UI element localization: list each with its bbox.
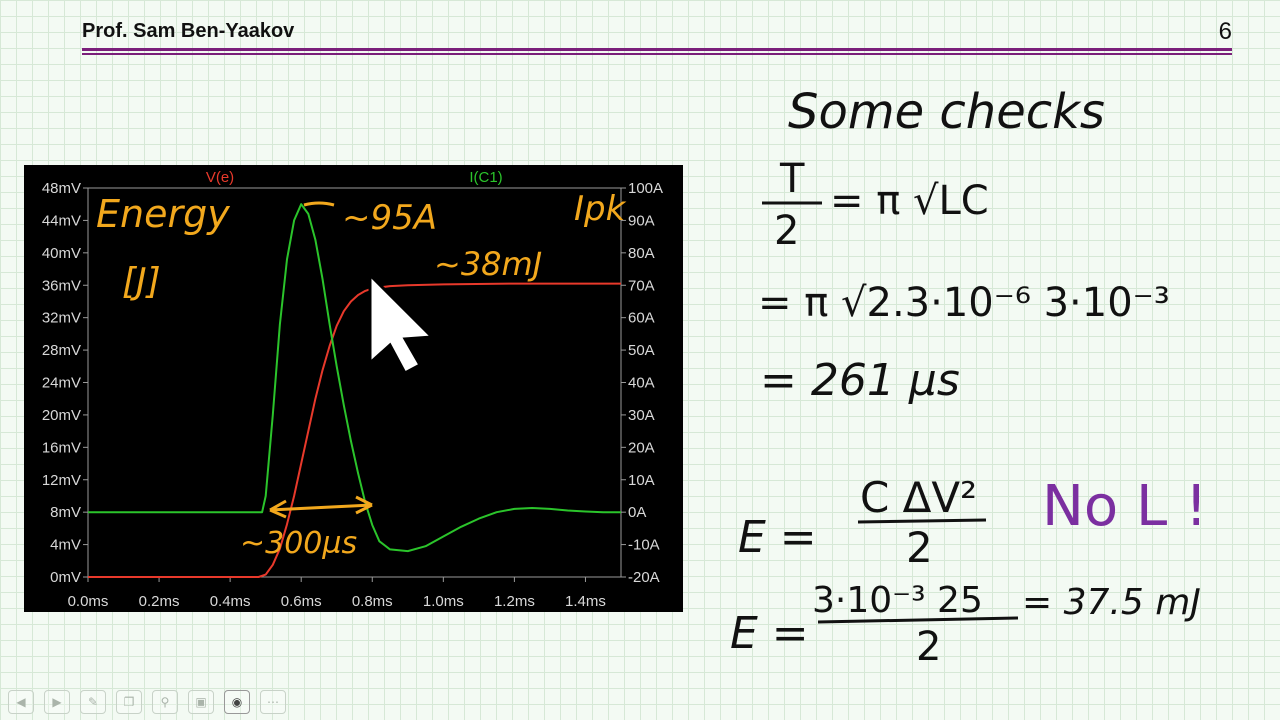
- y-left-tick-label: 8mV: [50, 504, 81, 521]
- y-right-tick-label: -20A: [628, 569, 660, 586]
- energy-calc-result: = 37.5 mJ: [1022, 582, 1201, 623]
- annotation-energy: Energy: [96, 192, 230, 236]
- more-icon[interactable]: ⋯: [260, 690, 286, 714]
- y-left-tick-label: 0mV: [50, 569, 81, 586]
- y-right-tick-label: 40A: [628, 375, 655, 392]
- x-tick-label: 0.6ms: [281, 593, 322, 610]
- x-tick-label: 1.2ms: [494, 593, 535, 610]
- y-right-tick-label: 30A: [628, 407, 655, 424]
- y-left-tick-label: 12mV: [42, 472, 81, 489]
- energy-calc-denominator: 2: [916, 624, 941, 670]
- legend-i-c1: I(C1): [469, 169, 502, 186]
- y-left-tick-label: 44mV: [42, 212, 81, 229]
- annotation-pulse-width: ~300µs: [240, 526, 357, 561]
- annotation-width-arrow: [269, 495, 373, 519]
- y-left-tick-label: 16mV: [42, 439, 81, 456]
- waveform-chart: V(e) I(C1) 0.0ms 0.2ms 0.4ms 0.6ms 0.8ms 1.0m…: [42, 169, 663, 610]
- y-left-tick-label: 36mV: [42, 277, 81, 294]
- no-l-remark: No L !: [1042, 474, 1207, 539]
- copy-icon[interactable]: ❐: [116, 690, 142, 714]
- annotation-peak-current: ~95A: [342, 198, 437, 238]
- y-left-tick-label: 20mV: [42, 407, 81, 424]
- x-tick-label: 1.4ms: [565, 593, 606, 610]
- annotation-energy-final: ~38mJ: [434, 245, 542, 283]
- legend-v-e: V(e): [206, 169, 234, 186]
- y-right-tick-label: 60A: [628, 310, 655, 327]
- x-tick-label: 0.0ms: [68, 593, 109, 610]
- forward-icon[interactable]: ▶: [44, 690, 70, 714]
- energy-calc-lhs: E =: [730, 608, 809, 659]
- x-tick-label: 0.4ms: [210, 593, 251, 610]
- period-lhs-numerator: T: [779, 156, 805, 202]
- energy-formula-denominator: 2: [906, 523, 933, 572]
- y-right-tick-label: 10A: [628, 472, 655, 489]
- record-icon[interactable]: ◉: [224, 690, 250, 714]
- back-icon[interactable]: ◀: [8, 690, 34, 714]
- y-left-tick-label: 48mV: [42, 180, 81, 197]
- period-lhs-denominator: 2: [774, 208, 799, 254]
- notes-title: Some checks: [788, 84, 1105, 140]
- y-right-tick-label: 50A: [628, 342, 655, 359]
- x-tick-label: 0.8ms: [352, 593, 393, 610]
- annotation-peak-tick: [303, 201, 335, 207]
- annotation-energy-unit: [J]: [122, 261, 161, 302]
- page-number: 6: [1218, 18, 1232, 45]
- waveform-plot: V(e) I(C1) 0.0ms 0.2ms 0.4ms 0.6ms 0.8ms 1.0m…: [24, 165, 683, 612]
- header-rule-secondary: [82, 53, 1232, 55]
- period-rhs: = π √LC: [830, 178, 989, 224]
- y-right-tick-label: 0A: [628, 504, 646, 521]
- energy-formula-lhs: E =: [738, 512, 817, 563]
- presenter-name: Prof. Sam Ben-Yaakov: [82, 20, 295, 42]
- y-left-tick-label: 32mV: [42, 310, 81, 327]
- presentation-toolbar: ◀ ▶ ✎ ❐ ⚲ ▣ ◉ ⋯: [8, 690, 286, 714]
- y-right-tick-label: 20A: [628, 439, 655, 456]
- header-rule: [82, 48, 1232, 51]
- y-right-tick-label: 70A: [628, 277, 655, 294]
- energy-formula-numerator: C ΔV²: [860, 473, 977, 522]
- y-right-tick-label: 90A: [628, 212, 655, 229]
- fit-icon[interactable]: ▣: [188, 690, 214, 714]
- period-substitution: = π √2.3·10⁻⁶ 3·10⁻³: [758, 280, 1170, 326]
- fraction-bar: [817, 616, 1019, 624]
- y-left-tick-label: 40mV: [42, 245, 81, 262]
- x-tick-label: 1.0ms: [423, 593, 464, 610]
- y-left-tick-label: 4mV: [50, 537, 81, 554]
- y-left-tick-label: 28mV: [42, 342, 81, 359]
- period-result: = 261 µs: [760, 355, 960, 406]
- y-left-tick-label: 24mV: [42, 375, 81, 392]
- x-tick-label: 0.2ms: [139, 593, 180, 610]
- y-right-tick-label: 80A: [628, 245, 655, 262]
- annotation-ipk: Ipk: [574, 189, 627, 229]
- energy-calc-numerator: 3·10⁻³ 25: [812, 580, 983, 621]
- y-right-tick-label: 100A: [628, 180, 663, 197]
- fraction-bar: [857, 518, 987, 524]
- y-right-tick-label: -10A: [628, 537, 660, 554]
- pen-icon[interactable]: ✎: [80, 690, 106, 714]
- mouse-pointer-icon: [368, 271, 436, 376]
- zoom-icon[interactable]: ⚲: [152, 690, 178, 714]
